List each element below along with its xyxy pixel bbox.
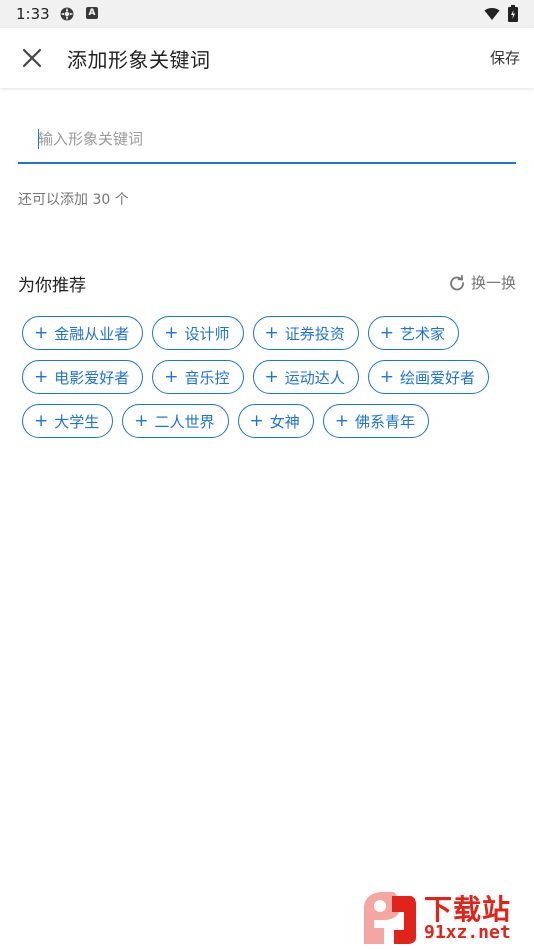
tag-chip[interactable]: + 设计师 [152, 316, 244, 350]
chip-label: 绘画爱好者 [400, 368, 476, 387]
chip-label: 大学生 [54, 412, 100, 431]
tag-chip[interactable]: + 金融从业者 [22, 316, 144, 350]
watermark: 下载站 91xz.net [360, 888, 530, 948]
chip-row: + 大学生 + 二人世界 + 女神 + 佛系青年 [22, 404, 522, 438]
status-time: 1:33 [16, 5, 50, 23]
wifi-icon [484, 8, 500, 20]
chip-label: 运动达人 [284, 368, 345, 387]
refresh-icon [450, 274, 464, 290]
recommend-chips: + 金融从业者 + 设计师 + 证券投资 + 艺术家 + 电影爱好者 + 音乐控 + 运动达人… [22, 316, 522, 448]
chip-label: 二人世界 [154, 412, 215, 431]
tag-chip[interactable]: + 艺术家 [367, 316, 460, 350]
text-caret [38, 129, 39, 149]
close-button[interactable] [16, 42, 48, 74]
plus-icon: + [249, 410, 264, 431]
tag-chip[interactable]: + 证券投资 [252, 316, 359, 350]
plus-icon: + [334, 410, 350, 431]
plus-icon: + [164, 366, 179, 387]
plus-icon: + [134, 410, 149, 431]
refresh-label: 换一换 [470, 274, 516, 292]
tag-chip[interactable]: + 女神 [237, 404, 314, 438]
tag-chip[interactable]: + 二人世界 [122, 404, 229, 438]
page-title: 添加形象关键词 [67, 48, 211, 72]
chip-label: 电影爱好者 [54, 368, 130, 387]
chip-label: 金融从业者 [54, 324, 130, 343]
keyword-field[interactable] [18, 118, 528, 164]
plus-icon: + [264, 322, 279, 343]
settings-app-icon [60, 7, 74, 21]
plus-icon: + [34, 322, 49, 343]
tag-chip[interactable]: + 绘画爱好者 [367, 360, 490, 394]
battery-icon [508, 5, 518, 22]
plus-icon: + [164, 322, 179, 343]
status-bar: 1:33 A [0, 0, 534, 28]
plus-icon: + [379, 366, 395, 387]
tag-chip[interactable]: + 电影爱好者 [22, 360, 144, 394]
recommend-title: 为你推荐 [18, 276, 86, 296]
chip-label: 设计师 [184, 324, 230, 343]
tag-chip[interactable]: + 佛系青年 [322, 404, 430, 438]
chip-label: 女神 [269, 412, 300, 431]
chip-row: + 电影爱好者 + 音乐控 + 运动达人 + 绘画爱好者 [22, 360, 522, 394]
keyword-input[interactable] [18, 126, 528, 152]
chip-row: + 金融从业者 + 设计师 + 证券投资 + 艺术家 [22, 316, 522, 350]
refresh-button[interactable]: 换一换 [449, 272, 516, 293]
watermark-en: 91xz.net [424, 922, 511, 943]
close-icon [22, 48, 42, 68]
chip-label: 证券投资 [284, 324, 345, 343]
plus-icon: + [34, 410, 49, 431]
chip-label: 艺术家 [400, 324, 446, 343]
watermark-logo-icon [364, 892, 416, 944]
plus-icon: + [34, 366, 49, 387]
plus-icon: + [264, 366, 279, 387]
a-badge-icon: A [86, 7, 98, 19]
app-bar: 添加形象关键词 保存 [0, 28, 534, 88]
plus-icon: + [379, 322, 395, 343]
chip-label: 佛系青年 [355, 412, 416, 431]
tag-chip[interactable]: + 运动达人 [252, 360, 359, 394]
tag-chip[interactable]: + 大学生 [22, 404, 114, 438]
chip-label: 音乐控 [184, 368, 230, 387]
remaining-count-text: 还可以添加 30 个 [18, 192, 129, 208]
save-button[interactable]: 保存 [490, 47, 520, 68]
tag-chip[interactable]: + 音乐控 [152, 360, 244, 394]
